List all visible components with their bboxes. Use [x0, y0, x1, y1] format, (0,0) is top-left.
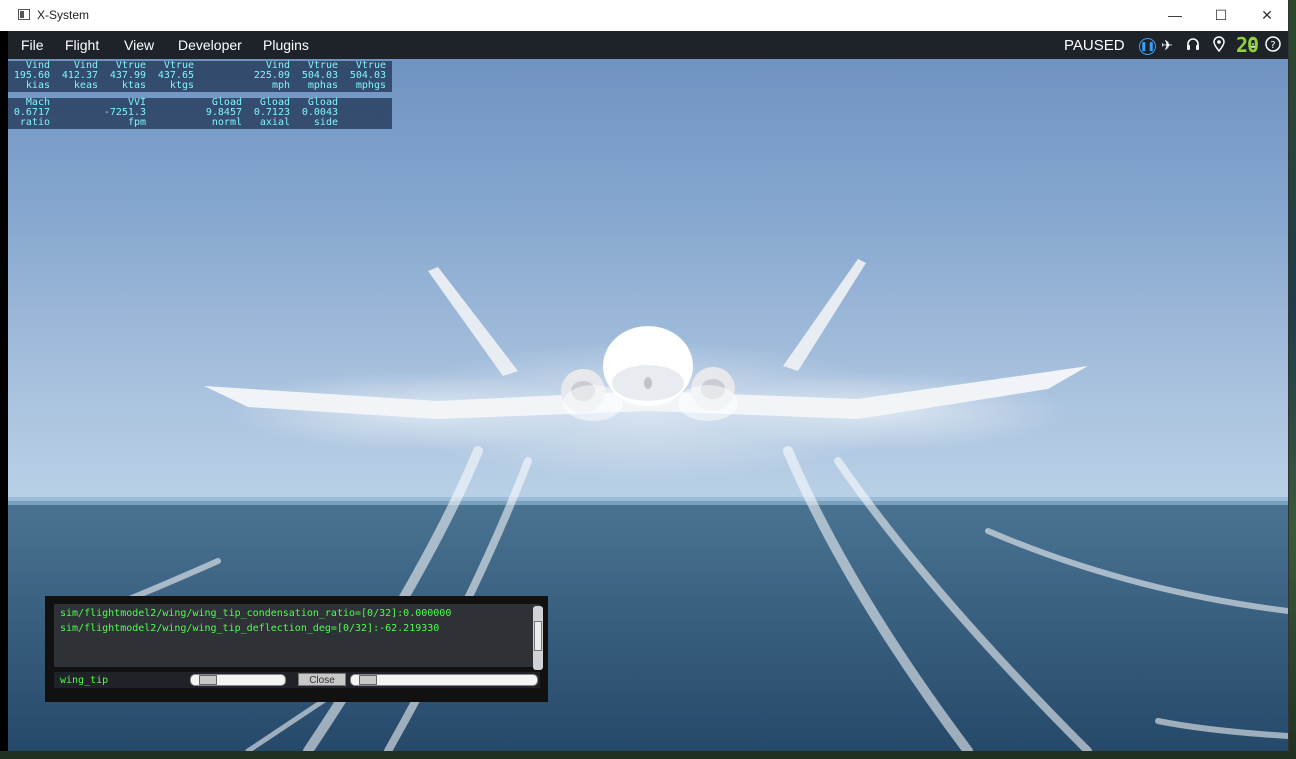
data-col-vind-keas: Vind 412.37 keas: [61, 60, 98, 91]
data-col-gload-side: Gload 0.0043 side: [301, 97, 338, 128]
menu-file[interactable]: File: [21, 37, 44, 53]
menu-flight[interactable]: Flight: [65, 37, 99, 53]
data-col-vvi: VVI -7251.3 fpm: [103, 97, 146, 128]
data-output-speed-panel: Vind 195.60 kias Vind 412.37 keas Vtrue 437.9…: [8, 61, 392, 92]
pause-icon[interactable]: ❚❚: [1139, 38, 1156, 55]
dataref-line-condensation[interactable]: sim/flightmodel2/wing/wing_tip_condensat…: [60, 608, 451, 619]
paused-status: PAUSED: [1064, 37, 1125, 54]
data-col-vind-kias: Vind 195.60 kias: [13, 60, 50, 91]
title-bar: X-System — ☐ ✕: [0, 0, 1288, 31]
dataref-search-input[interactable]: wing_tip: [60, 675, 108, 686]
scrollbar-thumb[interactable]: [534, 621, 542, 651]
data-col-vtrue-ktgs: Vtrue 437.65 ktgs: [157, 60, 194, 91]
data-col-vtrue-mphas: Vtrue 504.03 mphas: [301, 60, 338, 91]
menu-view[interactable]: View: [124, 37, 154, 53]
minimize-button[interactable]: —: [1152, 0, 1198, 31]
data-col-vtrue-mphgs: Vtrue 504.03 mphgs: [349, 60, 386, 91]
right-slider-thumb[interactable]: [359, 675, 377, 685]
dataref-editor-window[interactable]: sim/flightmodel2/wing/wing_tip_condensat…: [45, 596, 548, 702]
menu-bar: File Flight View Developer Plugins PAUSE…: [8, 31, 1288, 59]
dataref-right-slider[interactable]: [350, 674, 538, 686]
headset-icon[interactable]: [1184, 36, 1202, 54]
app-icon: [18, 9, 30, 20]
data-col-vtrue-ktas: Vtrue 437.99 ktas: [109, 60, 146, 91]
menu-developer[interactable]: Developer: [178, 37, 242, 53]
menu-plugins[interactable]: Plugins: [263, 37, 309, 53]
location-pin-icon[interactable]: [1210, 36, 1228, 54]
data-col-gload-normal: Gload 9.8457 norml: [205, 97, 242, 128]
dataref-line-deflection[interactable]: sim/flightmodel2/wing/wing_tip_deflectio…: [60, 623, 439, 634]
left-slider-thumb[interactable]: [199, 675, 217, 685]
dataref-left-slider[interactable]: [190, 674, 286, 686]
close-window-button[interactable]: ✕: [1244, 0, 1290, 31]
fps-counter: 20: [1236, 33, 1259, 57]
data-output-mach-g-panel: Mach 0.6717 ratio VVI -7251.3 fpm Gload 9.845…: [8, 98, 392, 129]
dataref-close-button[interactable]: Close: [298, 673, 346, 686]
dataref-vertical-scrollbar[interactable]: [533, 606, 543, 670]
window-title: X-System: [37, 8, 90, 22]
airplane-icon[interactable]: ✈: [1158, 36, 1176, 54]
dataref-list[interactable]: sim/flightmodel2/wing/wing_tip_condensat…: [54, 604, 543, 670]
dataref-controls: wing_tip Close: [54, 672, 540, 688]
data-col-gload-axial: Gload 0.7123 axial: [253, 97, 290, 128]
data-col-mach: Mach 0.6717 ratio: [13, 97, 50, 128]
maximize-button[interactable]: ☐: [1198, 0, 1244, 31]
data-col-vind-mph: Vind 225.09 mph: [253, 60, 290, 91]
